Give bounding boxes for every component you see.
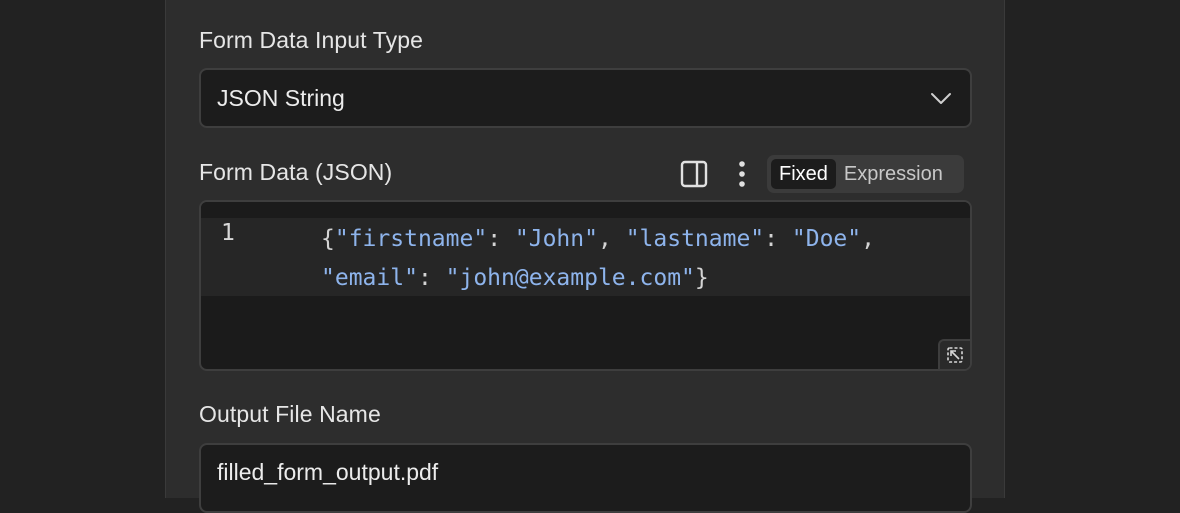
chevron-down-icon [931, 93, 951, 104]
token-punct: , [597, 226, 626, 252]
token-key: "lastname" [625, 226, 765, 252]
token-brace: { [321, 226, 335, 252]
token-punct: , [861, 226, 875, 252]
form-data-json-label: Form Data (JSON) [199, 159, 393, 185]
token-brace: } [694, 265, 709, 291]
expand-icon[interactable] [938, 339, 970, 369]
token-value: "John" [514, 226, 598, 252]
node-parameters-panel: Form Data Input Type JSON String Form Da… [165, 0, 1005, 513]
mode-toggle: Fixed Expression [767, 155, 964, 193]
output-file-name-label: Output File Name [199, 401, 381, 427]
mode-fixed-option[interactable]: Fixed [771, 159, 836, 189]
split-panel-icon[interactable] [678, 158, 710, 190]
token-punct: : [764, 226, 792, 252]
form-data-input-type-select[interactable]: JSON String [199, 68, 972, 128]
mode-expression-option[interactable]: Expression [836, 159, 951, 189]
more-vertical-icon[interactable] [732, 158, 752, 190]
token-value: "Doe" [791, 226, 862, 252]
json-code-editor[interactable]: 1 {"firstname": "John", "lastname": "Doe… [199, 200, 972, 371]
output-file-name-input[interactable]: filled_form_output.pdf [199, 443, 972, 513]
form-data-input-type-value: JSON String [217, 84, 345, 111]
line-number: 1 [221, 220, 235, 246]
token-key: "firstname" [334, 226, 488, 252]
token-punct: : [417, 265, 446, 291]
form-data-input-type-label: Form Data Input Type [199, 27, 424, 53]
token-value: "john@example.com" [445, 265, 695, 291]
editor-top-strip [201, 202, 970, 218]
token-punct: : [487, 226, 515, 252]
code-content: {"firstname": "John", "lastname": "Doe",… [321, 220, 951, 298]
token-key: "email" [321, 265, 418, 291]
